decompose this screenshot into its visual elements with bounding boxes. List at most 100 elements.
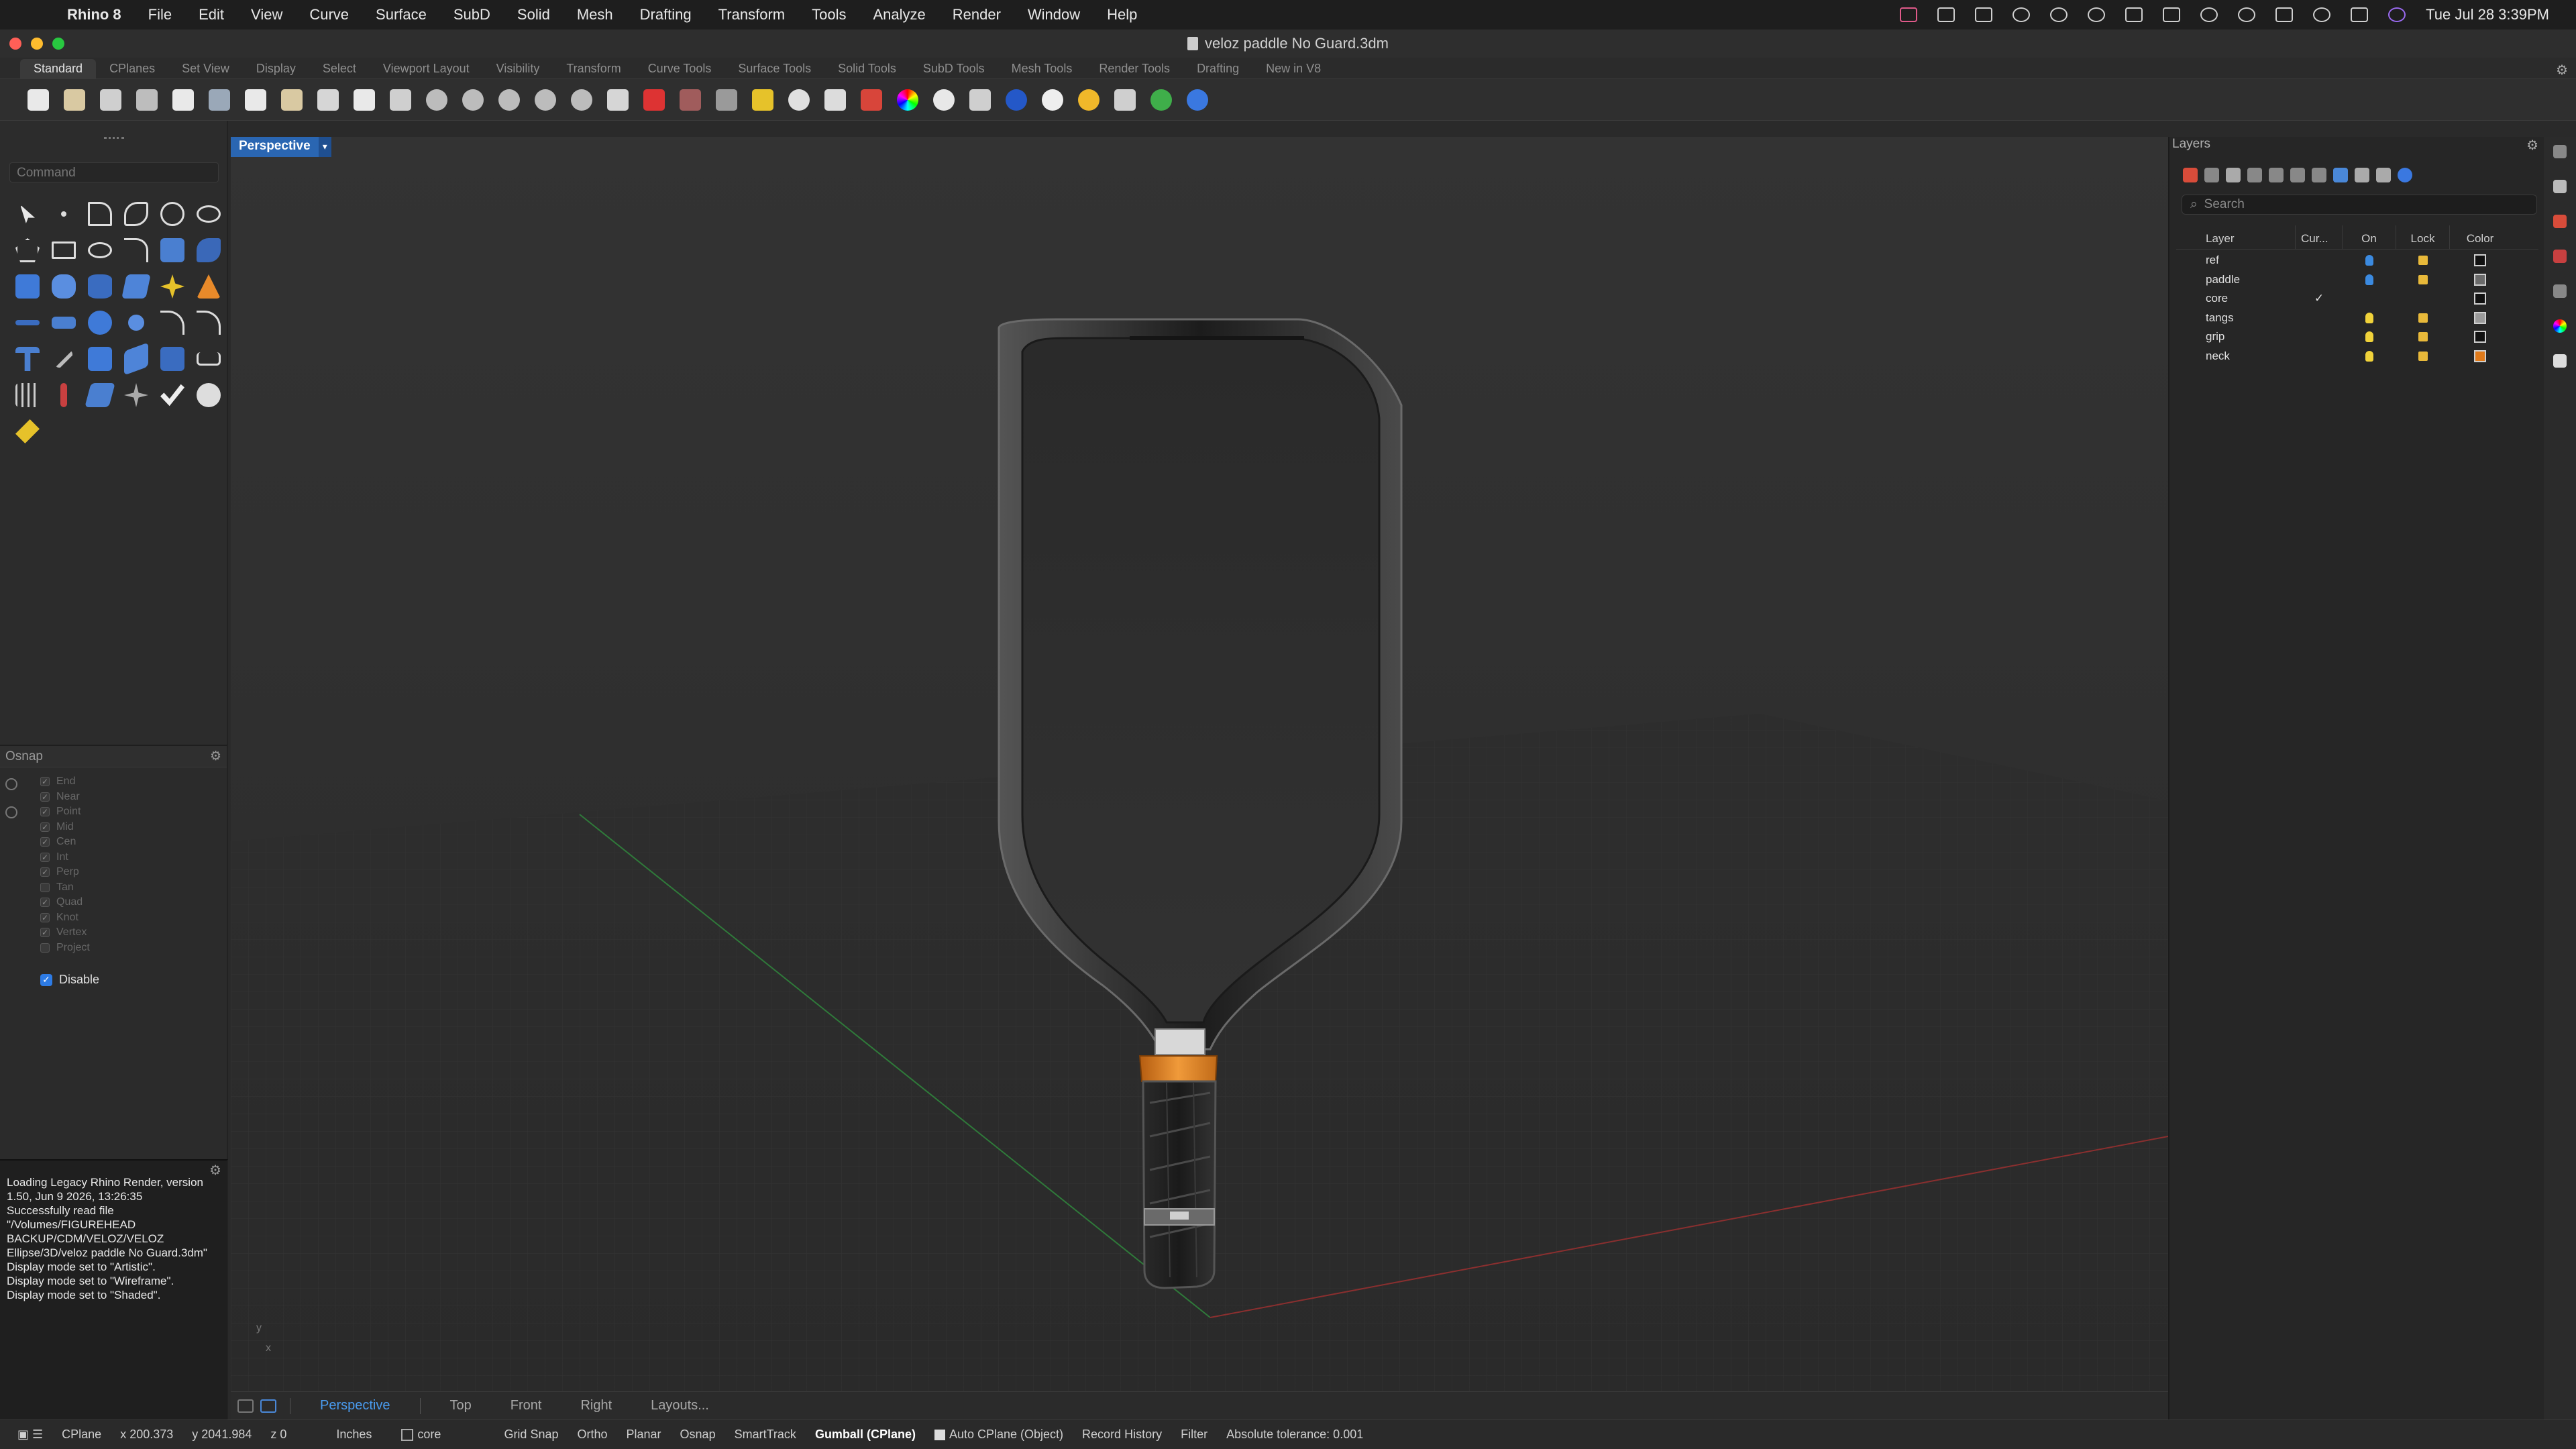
status-gumball[interactable]: Gumball (CPlane) bbox=[806, 1428, 925, 1442]
layer-row-ref[interactable]: ref bbox=[2176, 251, 2538, 270]
header-on[interactable]: On bbox=[2343, 225, 2396, 249]
siri-icon[interactable] bbox=[2388, 7, 2406, 22]
new-file-button[interactable] bbox=[23, 85, 54, 115]
dimension-button[interactable] bbox=[1110, 85, 1140, 115]
curve-tool-icon[interactable] bbox=[118, 196, 154, 232]
array-tool-icon[interactable] bbox=[82, 341, 118, 377]
display-icon[interactable] bbox=[2163, 7, 2181, 22]
spotlight-search-icon[interactable] bbox=[2313, 7, 2331, 22]
osnap-near[interactable]: ✓ Near bbox=[40, 790, 90, 805]
tab-drafting[interactable]: Drafting bbox=[1183, 59, 1252, 78]
layer-color-swatch[interactable] bbox=[2474, 273, 2486, 286]
named-views-button[interactable] bbox=[675, 85, 706, 115]
app-status-icon[interactable] bbox=[1900, 7, 1918, 22]
point-tool-icon[interactable] bbox=[46, 196, 82, 232]
tab-viewport-layout[interactable]: Viewport Layout bbox=[370, 59, 483, 78]
header-layer[interactable]: Layer bbox=[2176, 225, 2296, 249]
arc-tool-icon[interactable] bbox=[82, 232, 118, 268]
light-bulb-icon[interactable] bbox=[2365, 312, 2373, 323]
open-file-button[interactable] bbox=[59, 85, 90, 115]
status-ortho[interactable]: Ortho bbox=[568, 1428, 616, 1442]
airdrop-icon[interactable] bbox=[2200, 7, 2218, 22]
menu-transform[interactable]: Transform bbox=[705, 6, 798, 23]
app-menu[interactable]: Rhino 8 bbox=[54, 6, 135, 23]
layer-color-swatch[interactable] bbox=[2474, 292, 2486, 305]
osnap-point[interactable]: ✓ Point bbox=[40, 804, 90, 820]
display-panel-icon[interactable] bbox=[2553, 250, 2567, 263]
sun-button[interactable] bbox=[1073, 85, 1104, 115]
checkbox-icon[interactable]: ✓ bbox=[40, 777, 50, 787]
osnap-disable-toggle[interactable]: ✓ Disable bbox=[40, 973, 99, 987]
delete-layer-icon[interactable] bbox=[2226, 168, 2241, 182]
extrude-tool-icon[interactable] bbox=[82, 377, 118, 413]
tab-solid-tools[interactable]: Solid Tools bbox=[824, 59, 910, 78]
layers-panel-icon[interactable] bbox=[2553, 215, 2567, 228]
move-up-icon[interactable] bbox=[2269, 168, 2284, 182]
battery-icon[interactable] bbox=[1975, 7, 1993, 22]
tab-perspective[interactable]: Perspective bbox=[304, 1398, 407, 1413]
material-sphere-button[interactable] bbox=[1037, 85, 1068, 115]
surface-tool-icon[interactable] bbox=[154, 232, 191, 268]
osnap-cen[interactable]: ✓ Cen bbox=[40, 835, 90, 850]
zoom-window-button[interactable] bbox=[52, 38, 64, 50]
viewport-title-tab[interactable]: Perspective ▾ bbox=[231, 137, 331, 157]
list-view-icon[interactable] bbox=[2376, 168, 2391, 182]
tab-front[interactable]: Front bbox=[494, 1398, 558, 1413]
control-points-tool-icon[interactable] bbox=[46, 377, 82, 413]
new-sublayer-icon[interactable] bbox=[2204, 168, 2219, 182]
libraries-panel-icon[interactable] bbox=[2553, 354, 2567, 368]
tab-set-view[interactable]: Set View bbox=[168, 59, 243, 78]
duplicate-layer-icon[interactable] bbox=[2247, 168, 2262, 182]
mesh-tool-icon[interactable] bbox=[118, 268, 154, 305]
group-tool-icon[interactable] bbox=[118, 305, 154, 341]
dimension-tool-icon[interactable] bbox=[191, 341, 227, 377]
tab-standard[interactable]: Standard bbox=[20, 59, 97, 78]
checkbox-icon[interactable]: ✓ bbox=[40, 837, 50, 847]
scale-tool-icon[interactable] bbox=[46, 341, 82, 377]
checkbox-icon[interactable]: ✓ bbox=[40, 792, 50, 802]
ellipse-tool-icon[interactable] bbox=[191, 196, 227, 232]
osnap-mid[interactable]: ✓ Mid bbox=[40, 820, 90, 835]
menu-help[interactable]: Help bbox=[1093, 6, 1150, 23]
layer-color-swatch[interactable] bbox=[2474, 254, 2486, 267]
lock-button[interactable] bbox=[820, 85, 851, 115]
help-panel-icon[interactable] bbox=[2553, 284, 2567, 298]
shaded-sphere-button[interactable] bbox=[928, 85, 959, 115]
header-color[interactable]: Color bbox=[2450, 225, 2510, 249]
osnap-int[interactable]: ✓ Int bbox=[40, 850, 90, 865]
layer-color-swatch[interactable] bbox=[2474, 350, 2486, 362]
help-button[interactable] bbox=[1182, 85, 1213, 115]
tab-display[interactable]: Display bbox=[243, 59, 309, 78]
properties-panel-icon[interactable] bbox=[2553, 180, 2567, 193]
bluetooth-icon[interactable] bbox=[2012, 7, 2031, 22]
layer-row-grip[interactable]: grip bbox=[2176, 327, 2538, 347]
color-wheel-button[interactable] bbox=[892, 85, 923, 115]
wifi-icon[interactable] bbox=[2050, 7, 2068, 22]
polygon-tool-icon[interactable] bbox=[9, 232, 46, 268]
tab-curve-tools[interactable]: Curve Tools bbox=[635, 59, 725, 78]
perspective-viewport[interactable]: Perspective ▾ y x bbox=[231, 137, 2168, 1391]
viewport-label[interactable]: Perspective bbox=[231, 137, 319, 157]
checkbox-icon[interactable]: ✓ bbox=[40, 822, 50, 832]
tab-top[interactable]: Top bbox=[434, 1398, 488, 1413]
checkbox-icon[interactable] bbox=[40, 882, 50, 892]
polyline-tool-icon[interactable] bbox=[82, 196, 118, 232]
tab-visibility[interactable]: Visibility bbox=[483, 59, 553, 78]
status-record-history[interactable]: Record History bbox=[1073, 1428, 1171, 1442]
move-out-icon[interactable] bbox=[2312, 168, 2326, 182]
copy-button[interactable] bbox=[240, 85, 271, 115]
box-tool-icon[interactable] bbox=[9, 268, 46, 305]
grid-tool-icon[interactable] bbox=[9, 377, 46, 413]
pan-button[interactable] bbox=[349, 85, 380, 115]
menu-subd[interactable]: SubD bbox=[440, 6, 504, 23]
layers-gear-icon[interactable]: ⚙ bbox=[2526, 137, 2538, 154]
light-bulb-icon[interactable] bbox=[2365, 350, 2373, 362]
menu-drafting[interactable]: Drafting bbox=[627, 6, 705, 23]
screen-icon[interactable] bbox=[1937, 7, 1955, 22]
menu-render[interactable]: Render bbox=[939, 6, 1014, 23]
fillet-curve-tool-icon[interactable] bbox=[118, 232, 154, 268]
unlock-icon[interactable] bbox=[2418, 274, 2428, 284]
zoom-window-tool-button[interactable] bbox=[458, 85, 488, 115]
status-layer[interactable]: core bbox=[381, 1428, 450, 1442]
status-filter[interactable]: Filter bbox=[1171, 1428, 1217, 1442]
